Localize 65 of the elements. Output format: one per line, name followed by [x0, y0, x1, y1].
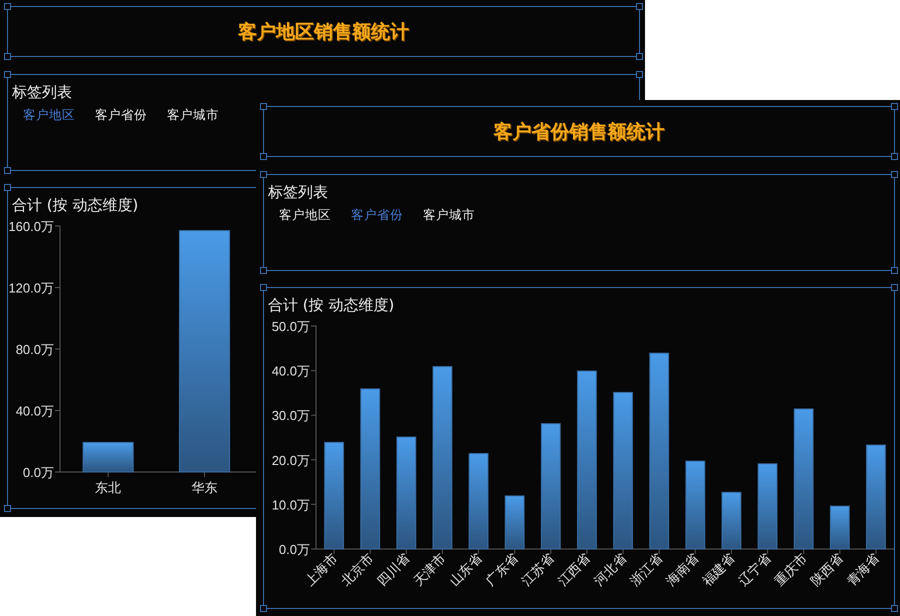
panel-heading: 标签列表 — [12, 83, 72, 102]
tag-tab[interactable]: 客户城市 — [423, 207, 475, 224]
x-axis-label: 陕西省 — [808, 551, 847, 590]
resize-handle[interactable] — [4, 53, 11, 60]
x-axis-label: 河北省 — [592, 551, 630, 590]
resize-handle[interactable] — [260, 284, 267, 291]
resize-handle[interactable] — [891, 153, 898, 160]
resize-handle[interactable] — [891, 171, 898, 178]
x-axis-label: 福建省 — [700, 551, 738, 590]
x-axis-label: 辽宁省 — [736, 551, 774, 590]
resize-handle[interactable] — [891, 103, 898, 110]
x-axis-label: 江苏省 — [519, 551, 558, 590]
resize-handle[interactable] — [260, 153, 267, 160]
resize-handle[interactable] — [260, 605, 267, 612]
chart-title: 合计 (按 动态维度) — [12, 196, 138, 215]
x-axis-label: 山东省 — [447, 551, 486, 590]
y-tick-label: 0.0万 — [22, 465, 54, 480]
y-tick-label: 80.0万 — [16, 342, 54, 357]
resize-handle[interactable] — [636, 53, 643, 60]
x-axis-label: 天津市 — [411, 551, 450, 590]
resize-handle[interactable] — [4, 167, 11, 174]
tag-tab[interactable]: 客户省份 — [95, 107, 147, 124]
bar — [504, 495, 525, 550]
bar — [830, 506, 850, 550]
x-axis-label: 四川省 — [374, 551, 414, 590]
x-axis-label: 广东省 — [483, 551, 522, 590]
bar — [82, 442, 134, 472]
y-tick-label: 30.0万 — [272, 408, 310, 424]
y-tick-label: 120.0万 — [8, 280, 54, 296]
resize-handle[interactable] — [891, 267, 898, 274]
tag-tab[interactable]: 客户地区 — [279, 207, 331, 224]
chart-title: 合计 (按 动态维度) — [268, 296, 394, 315]
y-tick-label: 40.0万 — [272, 364, 310, 379]
x-axis-label: 青海省 — [844, 551, 883, 590]
x-axis-label: 重庆市 — [772, 551, 811, 590]
y-tick-label: 160.0万 — [8, 219, 54, 234]
resize-handle[interactable] — [4, 71, 11, 78]
tag-tab[interactable]: 客户省份 — [351, 207, 403, 224]
resize-handle[interactable] — [260, 103, 267, 110]
dashboard-title: 客户地区销售额统计 — [238, 20, 409, 44]
resize-handle[interactable] — [4, 3, 11, 10]
tag-tab[interactable]: 客户城市 — [167, 107, 219, 124]
resize-handle[interactable] — [4, 505, 11, 512]
x-axis-label: 海南省 — [664, 551, 702, 590]
tag-tab[interactable]: 客户地区 — [23, 107, 75, 124]
resize-handle[interactable] — [891, 605, 898, 612]
bar — [722, 492, 742, 550]
y-tick-label: 20.0万 — [272, 452, 310, 468]
dashboard-title: 客户省份销售额统计 — [494, 120, 664, 144]
y-tick-label: 10.0万 — [272, 497, 310, 512]
x-axis-label: 东北 — [95, 481, 122, 496]
resize-handle[interactable] — [891, 284, 898, 291]
resize-handle[interactable] — [260, 267, 267, 274]
x-axis-label: 华东 — [192, 481, 218, 496]
resize-handle[interactable] — [260, 171, 267, 178]
x-axis-label: 江西省 — [556, 551, 594, 590]
y-tick-label: 40.0万 — [16, 404, 54, 418]
resize-handle[interactable] — [636, 3, 643, 10]
resize-handle[interactable] — [4, 184, 11, 191]
resize-handle[interactable] — [636, 71, 643, 78]
y-tick-label: 50.0万 — [272, 319, 310, 334]
y-tick-label: 0.0万 — [278, 542, 310, 557]
panel-heading: 标签列表 — [268, 183, 328, 202]
x-axis-label: 浙江省 — [628, 551, 666, 590]
x-axis-label: 北京市 — [338, 551, 378, 590]
